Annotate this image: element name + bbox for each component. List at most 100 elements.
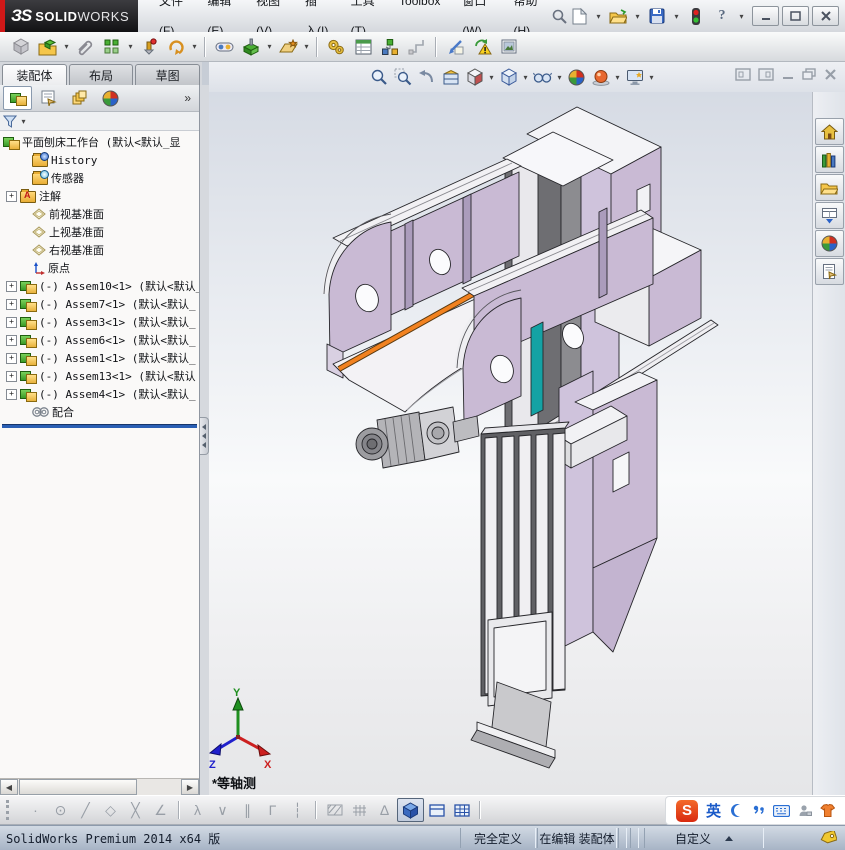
tree-item-history[interactable]: History [0,151,199,169]
rebuild-warning-icon[interactable] [469,34,495,60]
tree-item-assem10[interactable]: + (-) Assem10<1> (默认<默认_ [0,277,199,295]
splitter-collapse-handle[interactable] [200,417,209,455]
search-icon[interactable] [552,9,568,24]
center-snap-icon[interactable]: ⊙ [48,799,73,821]
ortho-snap-icon[interactable]: ┆ [285,799,310,821]
tree-item-sensors[interactable]: 传感器 [0,169,199,187]
ime-profile-icon[interactable] [798,804,812,817]
tab-sketch[interactable]: 草图 [135,64,201,85]
tree-item-mates[interactable]: 配合 [0,403,199,421]
exploded-view-icon[interactable] [377,34,403,60]
filter-dropdown-icon[interactable]: ▾ [19,117,28,126]
tab-layout[interactable]: 布局 [68,64,134,85]
hide-show-items-icon[interactable] [531,65,554,89]
file-explorer-icon[interactable] [814,174,844,201]
status-custom-dropdown[interactable]: 自定义 [644,828,764,848]
mate-icon[interactable] [72,34,98,60]
split-view-icon[interactable] [424,799,449,821]
status-light-icon[interactable] [685,6,707,26]
hide-show-dropdown-icon[interactable]: ▾ [555,73,564,82]
tree-item-top-plane[interactable]: 上视基准面 [0,223,199,241]
tree-item-annotations[interactable]: + 注解 [0,187,199,205]
apply-scene-dropdown-icon[interactable]: ▾ [613,73,622,82]
smart-fasteners-icon[interactable] [136,34,162,60]
table-view-icon[interactable] [449,799,474,821]
custom-properties-icon[interactable] [814,258,844,285]
tab-assembly[interactable]: 装配体 [2,64,67,85]
doc-close-icon[interactable] [824,68,837,81]
angle-snap-icon[interactable]: ∠ [148,799,173,821]
save-dropdown-icon[interactable]: ▾ [672,12,681,21]
view-palette-icon[interactable] [814,202,844,229]
explode-line-sketch-icon[interactable] [404,34,430,60]
view-orientation-dropdown-icon[interactable]: ▾ [487,73,496,82]
parallel-snap-icon[interactable]: ∥ [235,799,260,821]
component-pattern-icon[interactable] [99,34,125,60]
show-hidden-components-icon[interactable] [211,34,237,60]
save-icon[interactable] [646,6,668,26]
panel-more-chevron[interactable]: » [184,91,196,105]
doc-minimize-icon[interactable] [781,68,795,81]
filter-funnel-icon[interactable] [3,115,17,128]
tree-item-assem3[interactable]: + (-) Assem3<1> (默认<默认_ [0,313,199,331]
assembly-features-dropdown-icon[interactable]: ▾ [265,42,274,51]
component-pattern-dropdown-icon[interactable]: ▾ [126,42,135,51]
solidworks-resources-icon[interactable] [814,118,844,145]
ime-fullhalf-moon-icon[interactable] [729,803,744,818]
restore-button[interactable] [782,6,809,26]
move-component-dropdown-icon[interactable]: ▾ [190,42,199,51]
displaymanager-icon[interactable] [96,86,125,110]
model-teal-strip[interactable] [530,321,544,417]
display-style-dropdown-icon[interactable]: ▾ [521,73,530,82]
expand-box-icon[interactable]: + [6,334,17,346]
toolbar-grip[interactable] [6,800,15,820]
doc-window-icon[interactable] [735,68,751,81]
assembly-features-icon[interactable] [238,34,264,60]
edit-appearance-icon[interactable] [565,65,588,89]
bill-of-materials-icon[interactable] [350,34,376,60]
graphics-area[interactable]: Y X Z *等轴测 [209,92,812,795]
configurationmanager-icon[interactable] [65,86,94,110]
instant3d-icon[interactable] [442,34,468,60]
close-button[interactable] [812,6,839,26]
scrollbar-thumb[interactable] [19,779,137,795]
previous-view-icon[interactable] [415,65,438,89]
propertymanager-icon[interactable] [34,86,63,110]
help-dropdown-icon[interactable]: ▾ [737,12,746,21]
doc-window-icon[interactable] [758,68,774,81]
hatch-snap-icon[interactable] [322,799,347,821]
featuremanager-tree-icon[interactable] [3,86,32,110]
move-component-icon[interactable] [163,34,189,60]
display-style-icon[interactable] [497,65,520,89]
expand-box-icon[interactable]: + [6,316,17,328]
tree-item-assem7[interactable]: + (-) Assem7<1> (默认<默认_ [0,295,199,313]
status-tag-icon[interactable] [820,831,837,844]
insert-components-icon[interactable] [35,34,61,60]
open-icon[interactable] [607,6,629,26]
tree-root-assembly[interactable]: 平面刨床工作台 (默认<默认_显 [0,133,199,151]
appearances-scenes-icon[interactable] [814,230,844,257]
ime-keyboard-icon[interactable] [773,804,790,817]
perpendicular-snap-icon[interactable]: Γ [260,799,285,821]
expand-box-icon[interactable]: + [6,352,17,364]
open-dropdown-icon[interactable]: ▾ [633,12,642,21]
expand-box-icon[interactable]: + [6,190,17,202]
new-document-icon[interactable] [568,6,590,26]
quadrant-snap-icon[interactable]: ◇ [98,799,123,821]
tree-item-assem6[interactable]: + (-) Assem6<1> (默认<默认_ [0,331,199,349]
tree-item-origin[interactable]: 原点 [0,259,199,277]
section-view-icon[interactable] [439,65,462,89]
tangent-snap-icon[interactable]: λ [185,799,210,821]
sogou-logo-icon[interactable]: S [675,799,698,822]
tree-item-assem13[interactable]: + (-) Assem13<1> (默认<默认 [0,367,199,385]
insert-component-icon[interactable] [8,34,34,60]
point-snap-icon[interactable]: · [23,799,48,821]
tree-item-front-plane[interactable]: 前视基准面 [0,205,199,223]
apply-scene-icon[interactable] [589,65,612,89]
ime-language-toggle[interactable]: 英 [706,800,721,821]
view-orientation-icon[interactable] [463,65,486,89]
ime-punctuation-icon[interactable] [752,804,765,817]
minimize-button[interactable] [752,6,779,26]
ime-skin-icon[interactable] [820,804,835,817]
view-settings-dropdown-icon[interactable]: ▾ [647,73,656,82]
